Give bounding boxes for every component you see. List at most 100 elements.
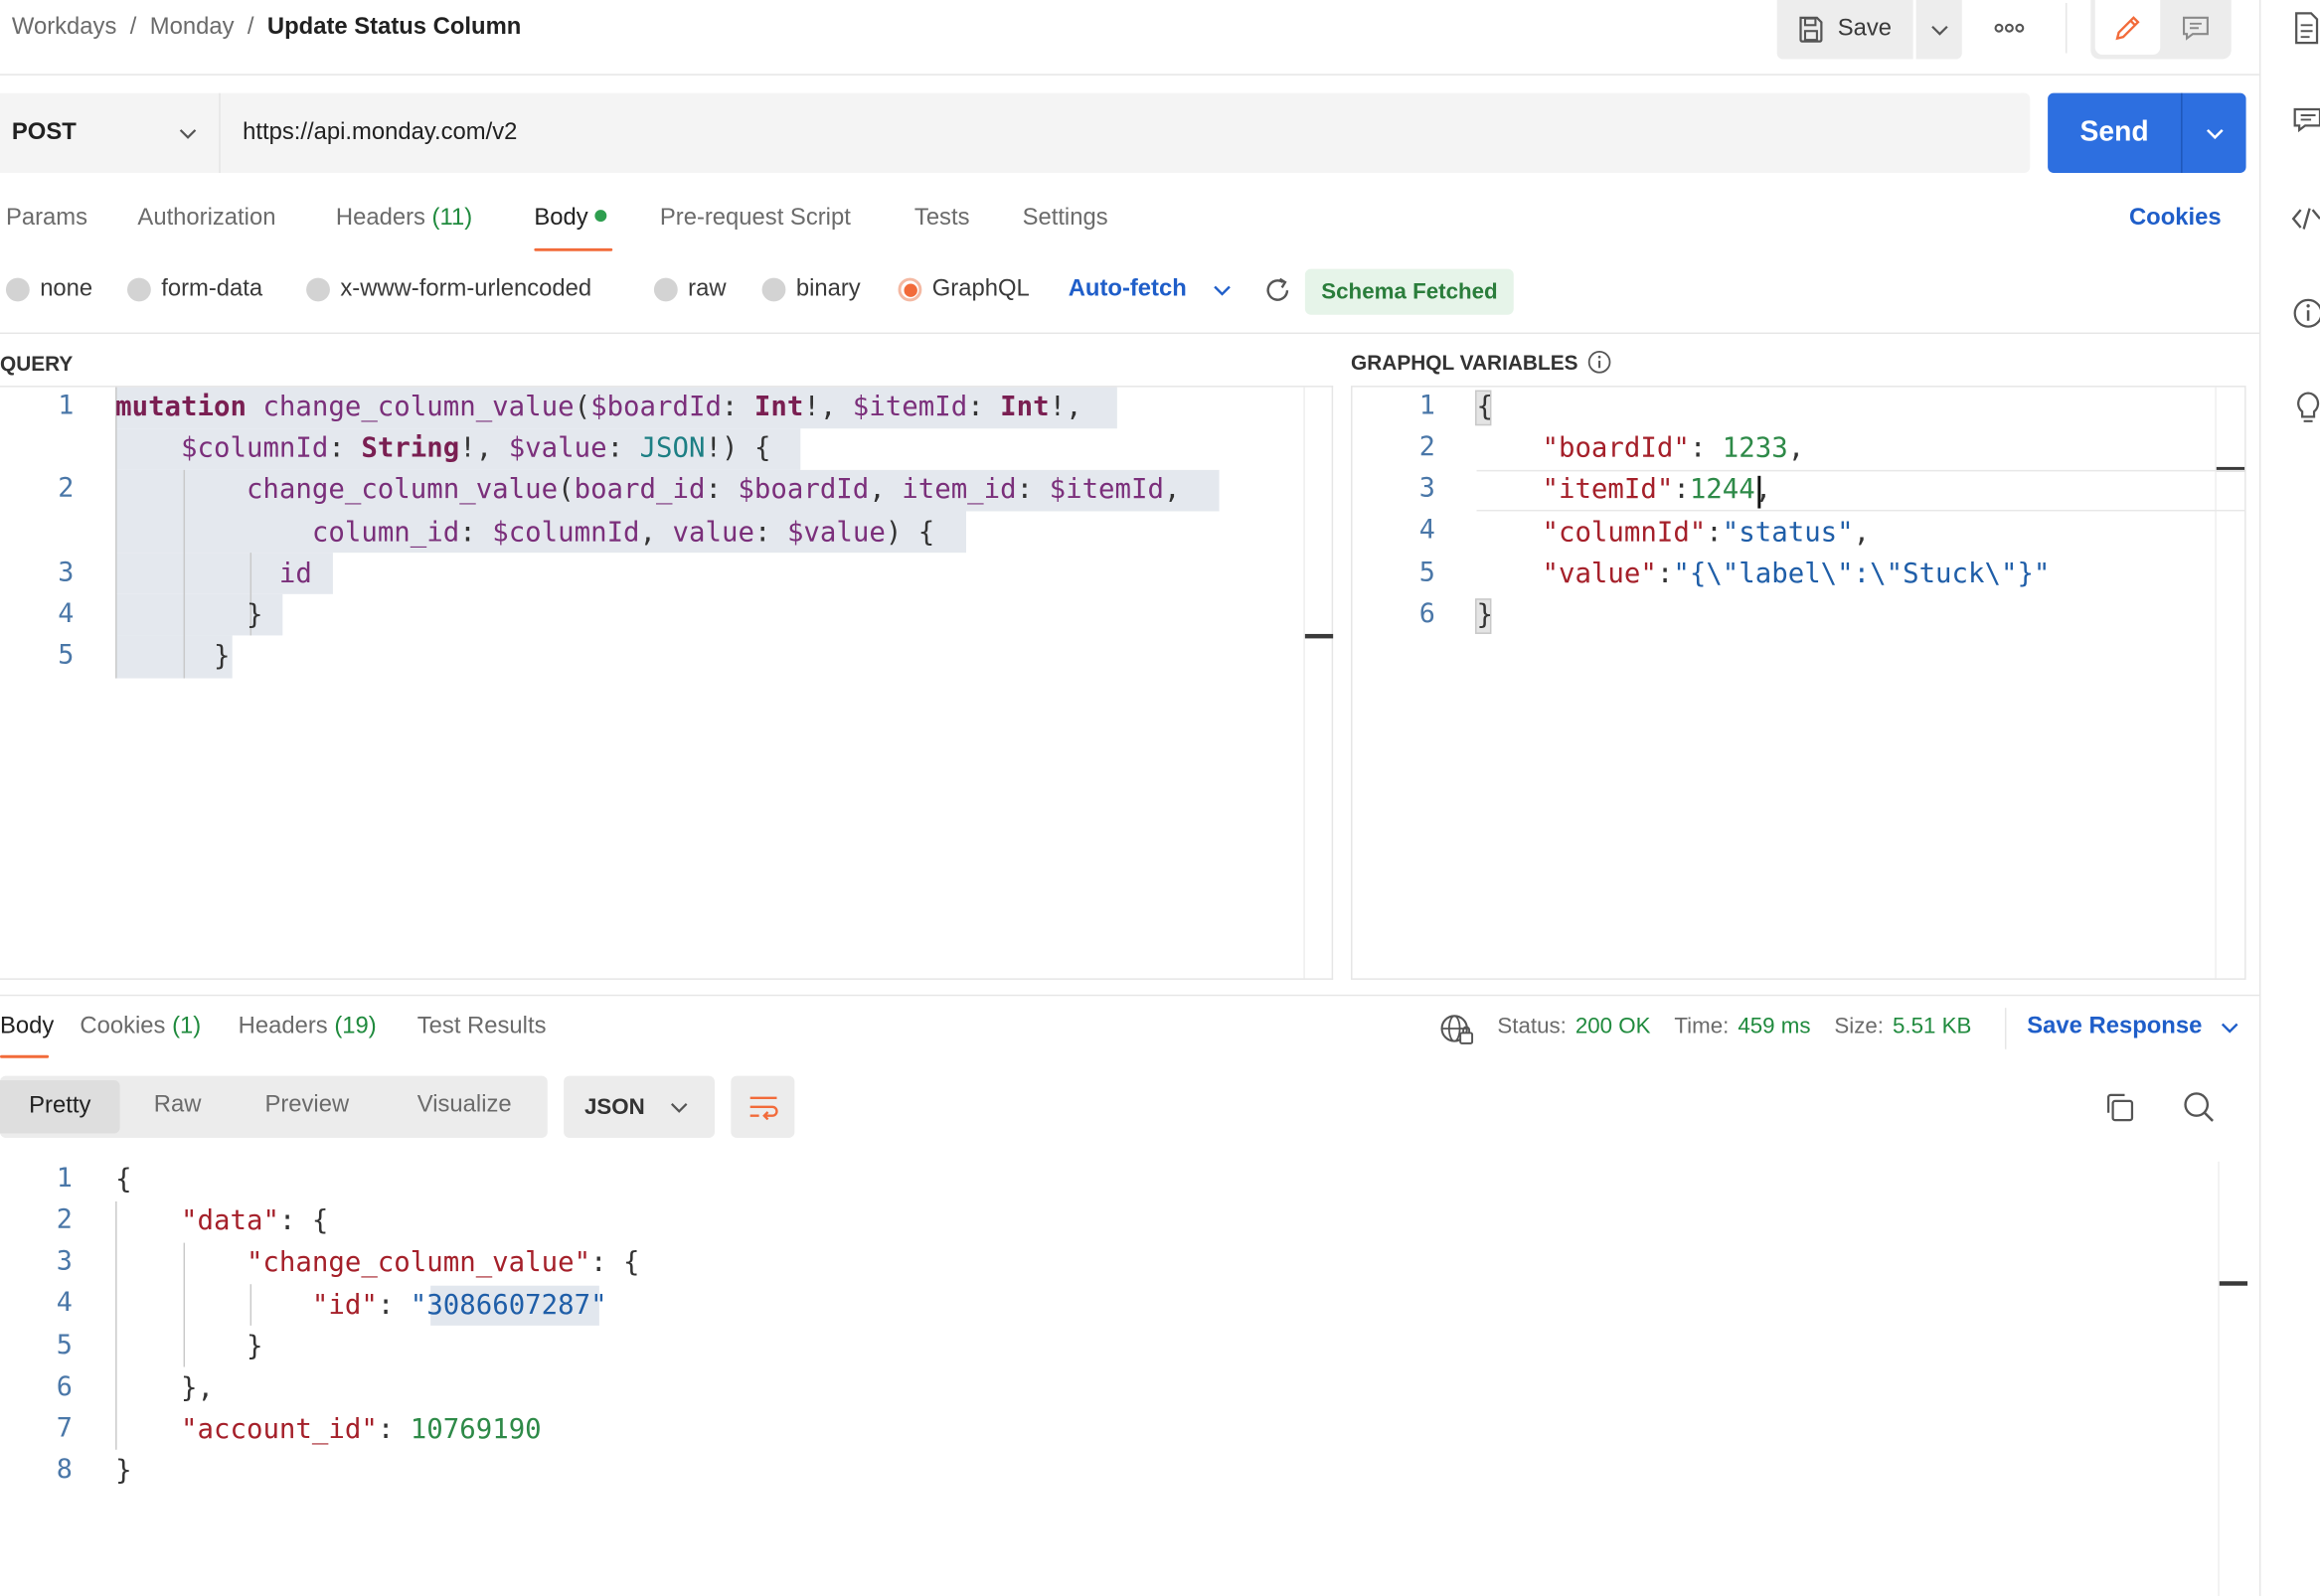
response-tab-body[interactable]: Body xyxy=(0,1014,54,1040)
chevron-down-icon xyxy=(1930,25,1947,36)
line-number: 5 xyxy=(58,639,75,672)
wrap-lines-button[interactable] xyxy=(731,1075,795,1139)
schema-badge-label: Schema Fetched xyxy=(1321,279,1498,305)
breadcrumb-collection[interactable]: Monday xyxy=(150,15,235,42)
send-button[interactable]: Send xyxy=(2048,93,2181,173)
time-label: Time: xyxy=(1674,1014,1730,1039)
chevron-down-icon xyxy=(2206,128,2223,140)
copy-icon[interactable] xyxy=(2104,1092,2135,1123)
line-number: 4 xyxy=(58,598,75,630)
response-tab-cookies-count: (1) xyxy=(172,1014,202,1039)
save-button[interactable]: Save xyxy=(1776,0,1913,60)
tab-body-label: Body xyxy=(534,205,588,231)
tab-prerequest-script[interactable]: Pre-request Script xyxy=(660,206,851,233)
radio-dot xyxy=(5,277,30,302)
body-type-graphql[interactable]: GraphQL xyxy=(898,276,1030,303)
query-code[interactable]: mutation change_column_value($boardId: I… xyxy=(115,388,1180,680)
line-number: 1 xyxy=(1418,390,1435,421)
globe-lock-icon[interactable] xyxy=(1439,1014,1475,1046)
send-options-button[interactable] xyxy=(2183,93,2246,173)
radio-dot xyxy=(306,277,330,302)
query-panel-title: QUERY xyxy=(0,351,74,376)
save-options-button[interactable] xyxy=(1915,0,1962,60)
variables-code[interactable]: { "boardId": 1233, "itemId":1244, "colum… xyxy=(1477,388,2051,638)
response-tab-headers[interactable]: Headers (19) xyxy=(239,1014,377,1040)
line-number: 6 xyxy=(1418,598,1435,630)
line-number: 1 xyxy=(58,390,75,421)
send-label: Send xyxy=(2079,116,2149,148)
radio-dot xyxy=(653,277,678,302)
method-label: POST xyxy=(11,119,77,145)
search-icon[interactable] xyxy=(2183,1090,2216,1123)
autofetch-dropdown[interactable]: Auto-fetch xyxy=(1069,276,1233,303)
tab-params[interactable]: Params xyxy=(6,206,87,233)
request-title[interactable]: Update Status Column xyxy=(267,15,521,42)
format-select[interactable]: JSON xyxy=(564,1075,715,1139)
line-number: 4 xyxy=(56,1287,73,1319)
breadcrumb-workspace[interactable]: Workdays xyxy=(12,15,116,42)
radio-dot-selected xyxy=(898,277,922,302)
radio-dot xyxy=(761,277,786,302)
response-code[interactable]: { "data": { "change_column_value": { "id… xyxy=(115,1160,639,1494)
status-value[interactable]: 200 OK xyxy=(1575,1014,1651,1038)
view-mode-raw[interactable]: Raw xyxy=(154,1092,202,1119)
documentation-icon[interactable] xyxy=(2293,12,2320,45)
comment-mode-button[interactable] xyxy=(2165,0,2228,55)
schema-fetched-badge: Schema Fetched xyxy=(1304,268,1515,315)
url-input[interactable]: https://api.monday.com/v2 xyxy=(220,92,2031,173)
body-type-form-data[interactable]: form-data xyxy=(127,276,262,303)
body-type-none[interactable]: none xyxy=(5,276,93,303)
response-tab-test-results[interactable]: Test Results xyxy=(417,1014,547,1040)
floppy-disk-icon xyxy=(1799,16,1823,43)
tab-headers[interactable]: Headers (11) xyxy=(336,206,472,233)
view-mode-pretty[interactable]: Pretty xyxy=(0,1080,120,1134)
edit-mode-button[interactable] xyxy=(2094,0,2161,56)
info-icon[interactable] xyxy=(1586,350,1610,374)
line-number: 1 xyxy=(56,1163,73,1195)
variables-panel-header: GRAPHQL VARIABLES xyxy=(1351,350,1610,374)
response-tab-cookies[interactable]: Cookies (1) xyxy=(80,1014,201,1040)
tab-settings[interactable]: Settings xyxy=(1023,206,1108,233)
line-number: 2 xyxy=(1418,431,1435,463)
response-tab-cookies-label: Cookies xyxy=(80,1014,166,1039)
view-mode-pretty-label: Pretty xyxy=(29,1093,91,1119)
time-value[interactable]: 459 ms xyxy=(1738,1014,1810,1038)
variables-panel-title: GRAPHQL VARIABLES xyxy=(1351,350,1578,375)
radio-label: raw xyxy=(688,276,727,302)
wrap-lines-icon xyxy=(748,1096,777,1121)
lightbulb-icon[interactable] xyxy=(2292,391,2320,426)
code-snippet-icon[interactable] xyxy=(2290,204,2320,234)
response-tab-headers-count: (19) xyxy=(334,1014,377,1039)
body-active-dot xyxy=(595,210,607,223)
refresh-icon[interactable] xyxy=(1263,276,1291,304)
info-sidebar-icon[interactable] xyxy=(2292,297,2320,330)
body-type-binary[interactable]: binary xyxy=(761,276,861,303)
body-type-urlencoded[interactable]: x-www-form-urlencoded xyxy=(306,276,591,303)
breadcrumb: Workdays / Monday / Update Status Column xyxy=(12,12,521,45)
tab-body[interactable]: Body xyxy=(534,206,607,233)
line-number: 4 xyxy=(1418,514,1435,546)
tab-headers-count: (11) xyxy=(431,205,473,231)
pencil-icon xyxy=(2115,15,2140,40)
chevron-down-icon xyxy=(2222,1023,2238,1034)
response-meta: Status: 200 OK Time: 459 ms Size: 5.51 K… xyxy=(1497,1014,1971,1038)
size-value[interactable]: 5.51 KB xyxy=(1893,1014,1971,1038)
more-horizontal-icon xyxy=(1994,23,2025,33)
radio-dot xyxy=(127,277,151,302)
more-actions-button[interactable] xyxy=(1987,15,2032,42)
status-label: Status: xyxy=(1497,1014,1567,1039)
cookies-link[interactable]: Cookies xyxy=(2129,206,2222,233)
view-mode-preview[interactable]: Preview xyxy=(264,1092,349,1119)
line-number: 8 xyxy=(56,1454,73,1486)
format-label: JSON xyxy=(583,1094,645,1120)
size-label: Size: xyxy=(1834,1014,1885,1039)
tab-tests[interactable]: Tests xyxy=(914,206,970,233)
comments-sidebar-icon[interactable] xyxy=(2293,106,2320,136)
response-tab-headers-label: Headers xyxy=(238,1014,328,1039)
body-type-raw[interactable]: raw xyxy=(653,276,727,303)
save-response-button[interactable]: Save Response xyxy=(2027,1014,2240,1040)
radio-label: none xyxy=(40,276,93,302)
view-mode-visualize[interactable]: Visualize xyxy=(417,1092,512,1119)
method-select[interactable]: POST xyxy=(0,92,220,173)
tab-authorization[interactable]: Authorization xyxy=(137,206,275,233)
